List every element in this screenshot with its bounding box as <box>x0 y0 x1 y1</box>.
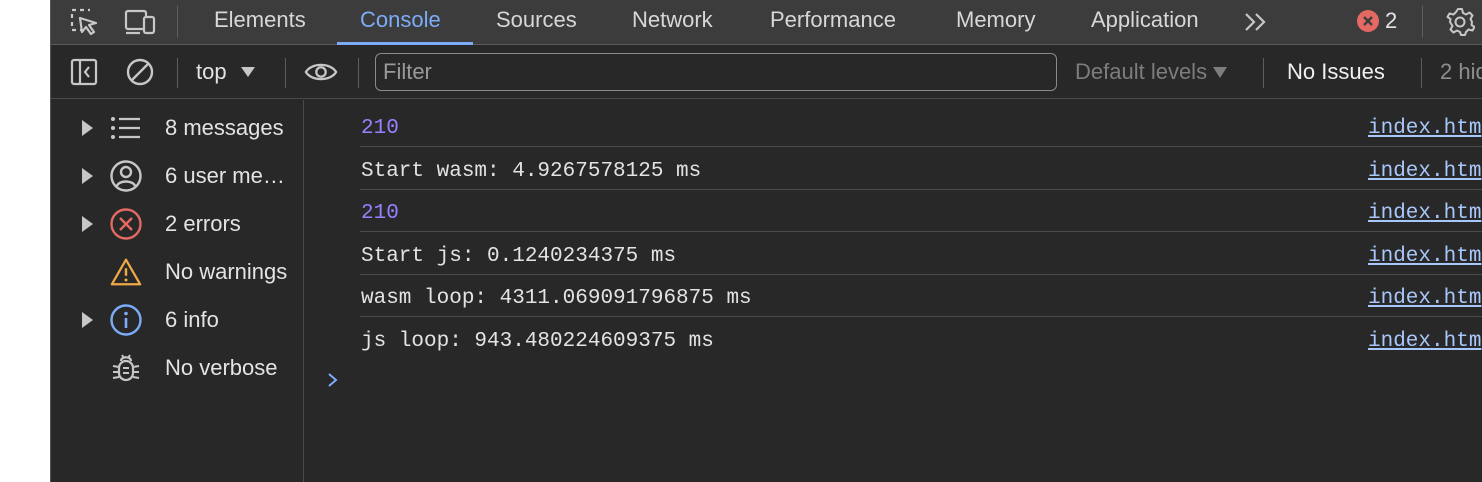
expand-arrow-icon[interactable] <box>82 120 93 136</box>
console-sidebar: 8 messages 6 user me… 2 errors No warnin… <box>51 100 304 482</box>
message-text: Start wasm: 4.9267578125 ms <box>361 160 702 183</box>
tab-network[interactable]: Network <box>632 0 713 45</box>
message-text: 210 <box>361 117 399 140</box>
error-count-badge[interactable]: 2 <box>1357 6 1397 36</box>
chevron-down-icon <box>1213 66 1228 78</box>
source-link[interactable]: index.htm <box>1368 287 1481 310</box>
divider <box>177 6 178 38</box>
console-message: Start js: 0.1240234375 ms index.htm <box>360 233 1482 275</box>
sidebar-item-label: No warnings <box>165 259 288 284</box>
sidebar-item-label: 8 messages <box>165 115 284 140</box>
list-icon <box>109 111 143 145</box>
divider <box>1422 6 1423 38</box>
expand-arrow-icon[interactable] <box>82 312 93 328</box>
console-message: 210 index.htm <box>360 105 1482 147</box>
divider <box>358 58 359 88</box>
console-message: js loop: 943.480224609375 ms index.htm <box>360 318 1482 360</box>
error-count: 2 <box>1385 8 1398 33</box>
log-levels-dropdown[interactable]: Default levels <box>1075 59 1228 85</box>
divider <box>177 58 178 88</box>
info-icon <box>109 303 143 337</box>
hidden-messages-count: 2 hid <box>1440 59 1482 84</box>
live-expression-eye-icon[interactable] <box>304 55 338 89</box>
warning-icon <box>109 255 143 289</box>
message-text: wasm loop: 4311.069091796875 ms <box>361 287 752 310</box>
source-link[interactable]: index.htm <box>1368 245 1481 268</box>
sidebar-item-info[interactable]: 6 info <box>51 296 304 344</box>
tab-application[interactable]: Application <box>1091 0 1199 45</box>
divider <box>285 58 286 88</box>
tab-sources[interactable]: Sources <box>496 0 577 45</box>
inspect-element-icon[interactable] <box>67 5 101 39</box>
source-link[interactable]: index.htm <box>1368 330 1481 353</box>
divider <box>1421 58 1422 88</box>
user-icon <box>109 159 143 193</box>
console-message: 210 index.htm <box>360 190 1482 232</box>
console-message: Start wasm: 4.9267578125 ms index.htm <box>360 148 1482 190</box>
console-message: wasm loop: 4311.069091796875 ms index.ht… <box>360 275 1482 317</box>
issues-button[interactable]: No Issues <box>1287 59 1385 85</box>
expand-arrow-icon[interactable] <box>82 168 93 184</box>
sidebar-item-label: 6 user me… <box>165 163 285 188</box>
sidebar-item-user-messages[interactable]: 6 user me… <box>51 152 304 200</box>
sidebar-item-label: 2 errors <box>165 211 241 236</box>
source-link[interactable]: index.htm <box>1368 160 1481 183</box>
device-toolbar-icon[interactable] <box>123 5 157 39</box>
message-text: 210 <box>361 202 399 225</box>
sidebar-item-label: 6 info <box>165 307 219 332</box>
tab-memory[interactable]: Memory <box>956 0 1035 45</box>
sidebar-item-messages[interactable]: 8 messages <box>51 104 304 152</box>
chevron-down-icon <box>240 67 255 77</box>
filter-input[interactable] <box>375 53 1057 91</box>
source-link[interactable]: index.htm <box>1368 117 1481 140</box>
message-text: js loop: 943.480224609375 ms <box>361 330 714 353</box>
context-label: top <box>196 59 227 84</box>
log-levels-label: Default levels <box>1075 59 1208 84</box>
context-selector[interactable]: top <box>196 56 255 88</box>
sidebar-item-label: No verbose <box>165 355 278 380</box>
clear-console-icon[interactable] <box>123 55 157 89</box>
devtools-panel: Elements Console Sources Network Perform… <box>50 0 1482 482</box>
sidebar-item-warnings[interactable]: No warnings <box>51 248 304 296</box>
console-prompt-chevron-icon[interactable] <box>326 370 340 395</box>
settings-gear-icon[interactable] <box>1443 5 1477 39</box>
tab-elements[interactable]: Elements <box>214 0 306 45</box>
console-messages: 210 index.htm Start wasm: 4.9267578125 m… <box>305 100 1482 482</box>
error-icon <box>109 207 143 241</box>
active-tab-indicator <box>337 42 473 45</box>
tab-console[interactable]: Console <box>360 0 441 45</box>
sidebar-toggle-icon[interactable] <box>67 55 101 89</box>
divider <box>1263 58 1264 88</box>
error-icon <box>1357 10 1379 32</box>
more-tabs-icon[interactable] <box>1239 5 1273 39</box>
console-toolbar: top Default levels No Issues 2 hid <box>51 46 1482 99</box>
source-link[interactable]: index.htm <box>1368 202 1481 225</box>
sidebar-item-errors[interactable]: 2 errors <box>51 200 304 248</box>
message-text: Start js: 0.1240234375 ms <box>361 245 677 268</box>
expand-arrow-icon[interactable] <box>82 216 93 232</box>
panel-tab-bar: Elements Console Sources Network Perform… <box>51 0 1482 45</box>
tab-performance[interactable]: Performance <box>770 0 896 45</box>
sidebar-item-verbose[interactable]: No verbose <box>51 344 304 392</box>
bug-icon <box>109 351 143 385</box>
